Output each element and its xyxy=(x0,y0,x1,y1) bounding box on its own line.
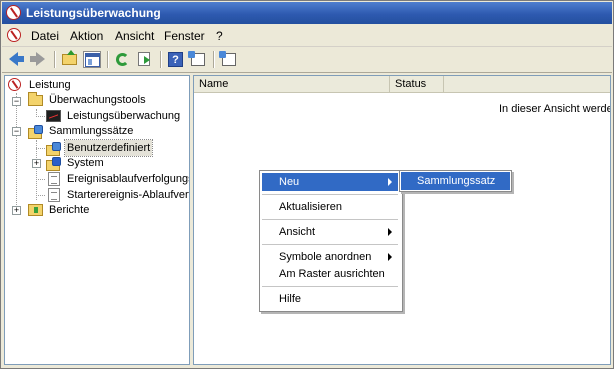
menu-item-view[interactable]: Ansicht xyxy=(262,223,398,241)
menu-item-refresh[interactable]: Aktualisieren xyxy=(262,198,398,216)
menu-item-label: Hilfe xyxy=(279,293,302,305)
refresh-icon xyxy=(116,53,129,66)
show-hide-tree-button[interactable] xyxy=(83,51,101,68)
tree-line xyxy=(36,195,45,196)
tree-label: Leistungsüberwachung xyxy=(67,110,181,122)
tree-label: System xyxy=(67,157,104,169)
refresh-button[interactable] xyxy=(114,51,132,68)
menu-item-label: Neu xyxy=(279,176,300,188)
menu-item-new[interactable]: Neu xyxy=(262,173,398,191)
tree-line xyxy=(36,179,45,180)
empty-view-message: In dieser Ansicht werden xyxy=(499,103,611,115)
menu-item-label: Sammlungssatz xyxy=(417,175,496,187)
menu-item-label: Am Raster ausrichten xyxy=(279,268,385,280)
new-submenu: Sammlungssatz xyxy=(399,170,512,192)
tree-label: Überwachungstools xyxy=(49,94,146,106)
trace-session-icon xyxy=(48,172,60,186)
system-menu-icon[interactable] xyxy=(7,28,21,42)
properties-button[interactable] xyxy=(188,51,207,68)
back-button[interactable] xyxy=(7,51,25,68)
menu-item-label: Ansicht xyxy=(279,226,316,238)
menu-separator xyxy=(262,219,398,220)
export-list-icon xyxy=(138,52,150,66)
expand-toggle[interactable]: + xyxy=(32,159,41,168)
export-list-button[interactable] xyxy=(136,51,154,68)
show-hide-tree-icon xyxy=(85,53,100,67)
collapse-toggle[interactable]: − xyxy=(12,97,21,106)
submenu-arrow-icon xyxy=(388,228,392,236)
tree-line xyxy=(36,148,45,149)
help-icon: ? xyxy=(168,52,183,67)
column-header-name[interactable]: Name xyxy=(194,76,390,93)
up-folder-button[interactable] xyxy=(61,50,79,68)
tree-label: Benutzerdefiniert xyxy=(63,139,154,157)
submenu-arrow-icon xyxy=(388,253,392,261)
menu-item-label: Aktualisieren xyxy=(279,201,342,213)
menu-ansicht[interactable]: Ansicht xyxy=(115,29,154,43)
toolbar-separator xyxy=(107,51,109,68)
toolbar: ? xyxy=(2,47,612,73)
folder-icon xyxy=(28,92,43,106)
forward-icon xyxy=(30,52,45,66)
collapse-toggle[interactable]: − xyxy=(12,127,21,136)
menu-item-collection-set[interactable]: Sammlungssatz xyxy=(401,172,510,190)
menu-bar: Datei Aktion Ansicht Fenster ? xyxy=(2,25,612,47)
context-menu: Neu Aktualisieren Ansicht Symbole anordn… xyxy=(259,170,403,312)
back-icon xyxy=(9,52,24,66)
performance-icon xyxy=(8,78,21,91)
window-title: Leistungsüberwachung xyxy=(26,6,161,20)
monitor-chart-icon xyxy=(46,110,61,122)
menu-item-label: Symbole anordnen xyxy=(279,251,372,263)
system-set-icon xyxy=(46,157,61,171)
tree-line xyxy=(36,140,37,200)
menu-fenster[interactable]: Fenster xyxy=(164,29,205,43)
reports-folder-icon xyxy=(28,204,43,216)
tree-line xyxy=(16,93,17,211)
menu-item-arrange-icons[interactable]: Symbole anordnen xyxy=(262,248,398,266)
menu-item-align-grid[interactable]: Am Raster ausrichten xyxy=(262,265,398,283)
expand-toggle[interactable]: + xyxy=(12,206,21,215)
tree-line xyxy=(36,116,45,117)
properties-icon xyxy=(188,51,205,66)
performance-app-icon xyxy=(6,5,21,20)
new-window-button[interactable] xyxy=(219,51,238,68)
menu-separator xyxy=(262,286,398,287)
title-bar[interactable]: Leistungsüberwachung xyxy=(2,2,612,24)
collection-set-icon xyxy=(28,125,43,139)
toolbar-separator xyxy=(160,51,162,68)
column-header-status[interactable]: Status xyxy=(390,76,444,93)
tree-label: Starterereignis-Ablaufverfo xyxy=(67,189,190,201)
tree-label: Sammlungssätze xyxy=(49,125,134,137)
trace-session-icon xyxy=(48,188,60,202)
help-button[interactable]: ? xyxy=(167,51,185,68)
toolbar-separator xyxy=(54,51,56,68)
tree-label: Leistung xyxy=(29,79,71,91)
forward-button[interactable] xyxy=(29,51,47,68)
tree-label: Ereignisablaufverfolgungs xyxy=(67,173,190,185)
toolbar-separator xyxy=(213,51,215,68)
menu-separator xyxy=(262,244,398,245)
up-folder-icon xyxy=(62,50,77,65)
submenu-arrow-icon xyxy=(388,178,392,186)
menu-item-help[interactable]: Hilfe xyxy=(262,290,398,308)
column-header-filler xyxy=(444,76,610,93)
collection-set-icon xyxy=(46,142,61,156)
menu-datei[interactable]: Datei xyxy=(31,29,59,43)
tree-pane[interactable]: Leistung − Überwachungstools Leistungsüb… xyxy=(4,75,190,365)
new-window-icon xyxy=(219,51,236,66)
menu-help[interactable]: ? xyxy=(216,29,223,43)
tree-label: Berichte xyxy=(49,204,90,216)
menu-aktion[interactable]: Aktion xyxy=(70,29,103,43)
menu-separator xyxy=(262,194,398,195)
